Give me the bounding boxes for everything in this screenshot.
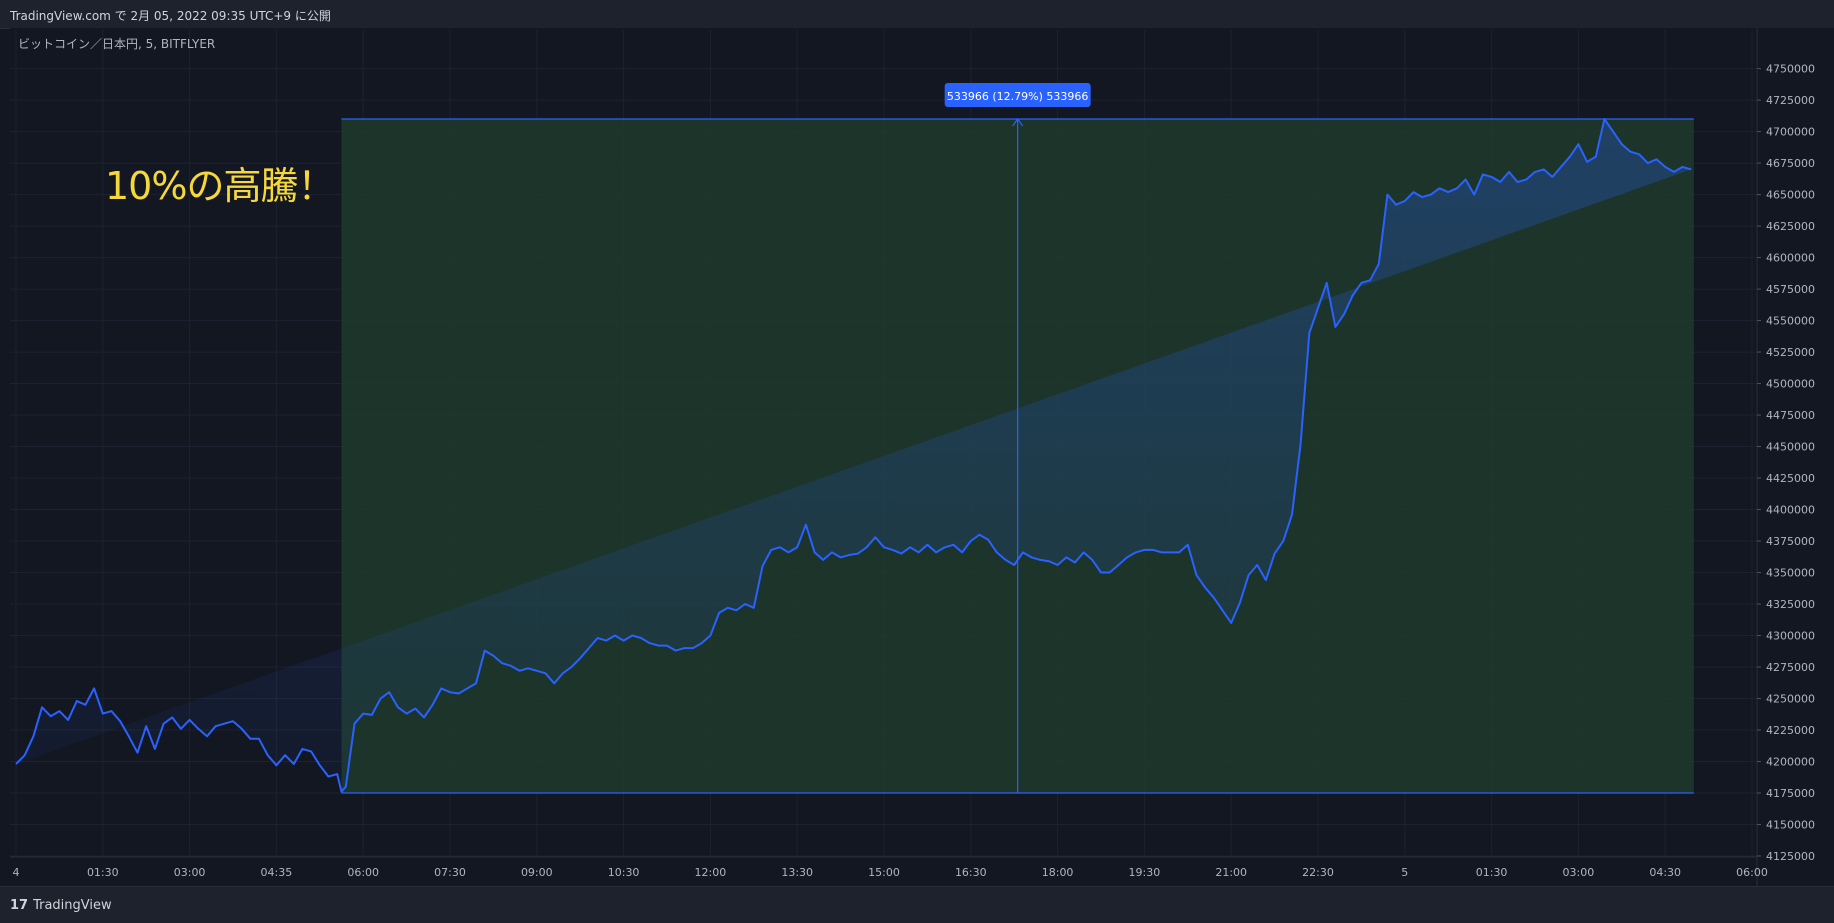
- x-tick-label: 13:30: [781, 866, 813, 879]
- annotation-text: 10%の高騰！: [105, 164, 335, 208]
- x-tick-label: 18:00: [1042, 866, 1074, 879]
- y-tick-label: 4375000: [1766, 535, 1815, 548]
- x-tick-label: 03:00: [174, 866, 206, 879]
- brand-name: TradingView: [33, 898, 112, 913]
- y-tick-label: 4450000: [1766, 441, 1815, 454]
- y-tick-label: 4200000: [1766, 756, 1815, 769]
- y-tick-label: 4125000: [1766, 850, 1815, 863]
- y-tick-label: 4675000: [1766, 157, 1815, 170]
- x-tick-label: 09:00: [521, 866, 553, 879]
- x-tick-label: 16:30: [955, 866, 987, 879]
- y-tick-label: 4400000: [1766, 504, 1815, 517]
- x-tick-label: 21:00: [1215, 866, 1247, 879]
- y-tick-label: 4575000: [1766, 283, 1815, 296]
- y-tick-label: 4650000: [1766, 189, 1815, 202]
- x-tick-label: 03:00: [1563, 866, 1595, 879]
- y-tick-label: 4300000: [1766, 630, 1815, 643]
- y-tick-label: 4725000: [1766, 94, 1815, 107]
- price-chart[interactable]: 533966 (12.79%) 533966 4125000 4150000 4175…: [0, 0, 1834, 886]
- x-tick-label: 12:00: [695, 866, 727, 879]
- x-tick-label: 04:35: [261, 866, 293, 879]
- y-tick-label: 4550000: [1766, 315, 1815, 328]
- x-tick-label: 4: [13, 866, 20, 879]
- y-tick-label: 4325000: [1766, 598, 1815, 611]
- y-tick-label: 4525000: [1766, 346, 1815, 359]
- y-tick-label: 4275000: [1766, 661, 1815, 674]
- tradingview-brand[interactable]: 17 TradingView: [10, 898, 112, 913]
- y-tick-label: 4175000: [1766, 787, 1815, 800]
- bottom-bar: 17 TradingView: [0, 886, 1834, 923]
- y-tick-label: 4350000: [1766, 567, 1815, 580]
- x-tick-label: 06:00: [347, 866, 379, 879]
- x-tick-label: 15:00: [868, 866, 900, 879]
- range-tooltip-text: 533966 (12.79%) 533966: [947, 90, 1089, 103]
- y-tick-label: 4600000: [1766, 252, 1815, 265]
- y-tick-label: 4225000: [1766, 724, 1815, 737]
- y-tick-label: 4700000: [1766, 126, 1815, 139]
- x-tick-label: 19:30: [1129, 866, 1161, 879]
- symbol-label[interactable]: ビットコイン／日本円, 5, BITFLYER: [18, 35, 215, 52]
- y-tick-label: 4500000: [1766, 378, 1815, 391]
- tradingview-logo-icon: 17: [10, 898, 29, 913]
- x-tick-label: 06:00: [1736, 866, 1768, 879]
- y-tick-label: 4475000: [1766, 409, 1815, 422]
- x-tick-label: 07:30: [434, 866, 466, 879]
- x-tick-label: 01:30: [1476, 866, 1508, 879]
- y-tick-label: 4250000: [1766, 693, 1815, 706]
- y-tick-label: 4750000: [1766, 63, 1815, 76]
- y-tick-label: 4425000: [1766, 472, 1815, 485]
- y-tick-label: 4625000: [1766, 220, 1815, 233]
- x-tick-label: 5: [1401, 866, 1408, 879]
- x-tick-label: 04:30: [1649, 866, 1681, 879]
- x-tick-label: 01:30: [87, 866, 119, 879]
- x-tick-label: 10:30: [608, 866, 640, 879]
- y-tick-label: 4150000: [1766, 819, 1815, 832]
- x-tick-label: 22:30: [1302, 866, 1334, 879]
